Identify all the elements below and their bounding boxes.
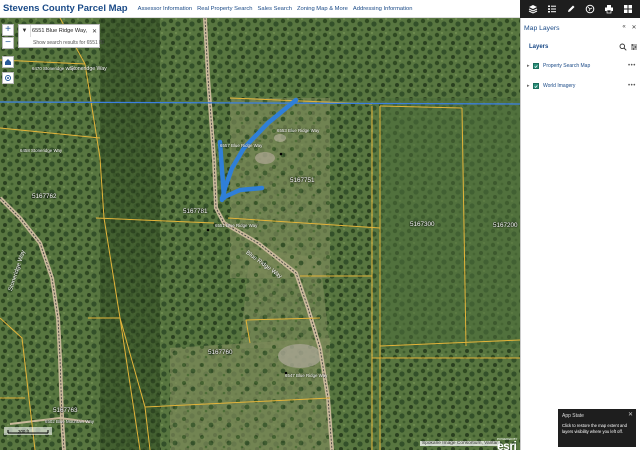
- address-label: 6502 Blue Mountain Way: [45, 419, 94, 424]
- app-state-toast[interactable]: App State ✕ Click to restore the map ext…: [558, 409, 636, 447]
- search-source-dropdown[interactable]: ▼: [19, 25, 31, 37]
- double-chevron-icon[interactable]: «: [619, 22, 629, 32]
- layer-name: Property Search Map: [543, 63, 591, 69]
- search-widget: ▼ ✕ Show search results for 6551 Bl: [18, 24, 104, 48]
- esri-logo[interactable]: esri: [497, 439, 517, 450]
- more-options-icon[interactable]: •••: [628, 83, 636, 89]
- layers-label: Layers: [529, 44, 549, 50]
- zoom-out-button[interactable]: −: [2, 37, 14, 49]
- options-icon[interactable]: [629, 42, 638, 51]
- scale-bar-label: 300 ft: [18, 429, 29, 434]
- app-header: Stevens County Parcel Map Assessor Infor…: [0, 0, 640, 18]
- layers-header-row: Layers: [521, 38, 640, 56]
- map-layers-panel: Map Layers « ✕ Layers ▸ Property Search …: [520, 18, 640, 450]
- home-button[interactable]: [2, 56, 14, 68]
- panel-header: Map Layers « ✕: [521, 18, 640, 38]
- address-label: 6557 Blue Ridge Way: [220, 143, 263, 148]
- draw-icon[interactable]: [565, 3, 577, 15]
- nav-zoning-map[interactable]: Zoning Map & More: [297, 6, 348, 12]
- widgets-icon[interactable]: [622, 3, 634, 15]
- layer-item-property-search-map[interactable]: ▸ Property Search Map •••: [521, 56, 640, 76]
- zoom-in-button[interactable]: +: [2, 24, 14, 36]
- parcel-label: 5167751: [290, 177, 315, 184]
- app-title: Stevens County Parcel Map: [3, 3, 128, 14]
- address-label: 6458 Stoneridge Way: [20, 148, 63, 153]
- layers-icon[interactable]: [527, 3, 539, 15]
- address-label: 6553 Blue Ridge Way: [277, 128, 320, 133]
- map-view[interactable]: + − ▼ ✕ Show search results for 6551 Bl …: [0, 18, 520, 450]
- address-label: 6551 Blue Ridge Way: [215, 223, 258, 228]
- parcel-label: 5167200: [493, 222, 518, 229]
- toast-message[interactable]: Click to restore the map extent and laye…: [562, 423, 632, 435]
- parcel-label: 5167781: [183, 208, 208, 215]
- search-suggestion[interactable]: Show search results for 6551 Bl: [19, 38, 104, 48]
- more-options-icon[interactable]: •••: [628, 63, 636, 69]
- nav-real-property-search[interactable]: Real Property Search: [197, 6, 252, 12]
- search-icon[interactable]: [618, 42, 627, 51]
- close-icon[interactable]: ✕: [629, 22, 639, 32]
- locate-button[interactable]: [2, 72, 14, 84]
- basemap-icon[interactable]: [584, 3, 596, 15]
- layer-item-world-imagery[interactable]: ▸ World Imagery •••: [521, 76, 640, 96]
- locate-icon: [5, 75, 11, 81]
- print-icon[interactable]: [603, 3, 615, 15]
- parcel-label: 5167762: [32, 193, 57, 200]
- search-input[interactable]: [32, 26, 89, 36]
- nav-sales-search[interactable]: Sales Search: [257, 6, 291, 12]
- toast-title: App State: [562, 413, 584, 419]
- layer-name: World Imagery: [543, 83, 576, 89]
- layer-visibility-checkbox[interactable]: [533, 83, 539, 89]
- nav-assessor-information[interactable]: Assessor Information: [138, 6, 192, 12]
- map-attribution[interactable]: Spokane Image Consortium, Vantar: [420, 441, 500, 446]
- toolbar-icons: [520, 0, 640, 18]
- close-icon[interactable]: ✕: [628, 411, 633, 418]
- aerial-imagery: [0, 18, 520, 450]
- parcel-label: 5167763: [53, 407, 78, 414]
- home-icon: [5, 59, 11, 65]
- address-label: 6547 Blue Ridge Way: [285, 373, 328, 378]
- search-clear-button[interactable]: ✕: [89, 25, 100, 37]
- panel-title: Map Layers: [524, 24, 560, 32]
- nav-addressing-information[interactable]: Addressing Information: [353, 6, 413, 12]
- address-label: 6470 Stoneridge Way: [32, 66, 75, 71]
- top-nav: Assessor Information Real Property Searc…: [138, 6, 418, 12]
- road-label: Stoneridge Way: [70, 66, 107, 72]
- parcel-label: 5167300: [410, 221, 435, 228]
- parcel-label: 5167760: [208, 349, 233, 356]
- legend-icon[interactable]: [546, 3, 558, 15]
- layer-visibility-checkbox[interactable]: [533, 63, 539, 69]
